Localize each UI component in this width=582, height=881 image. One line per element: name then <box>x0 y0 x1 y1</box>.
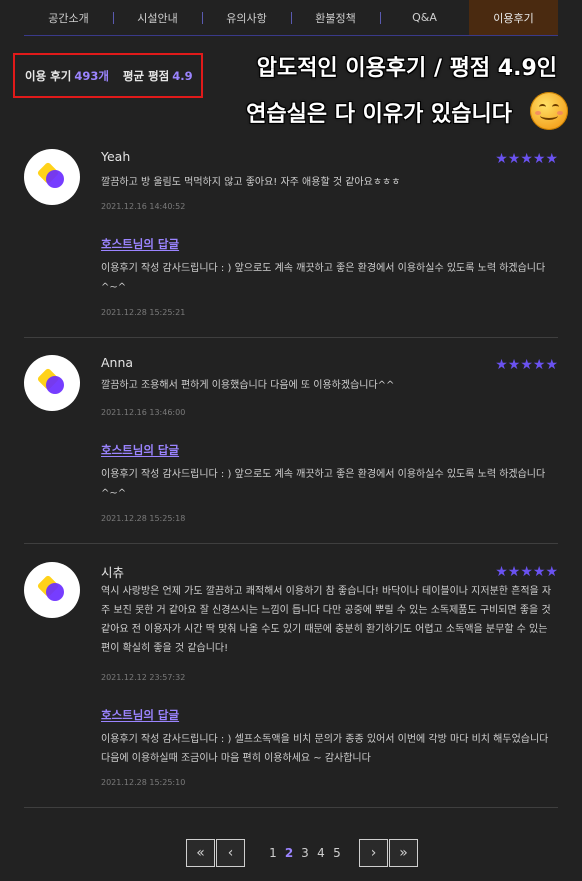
host-reply-date: 2021.12.28 15:25:10 <box>101 778 186 787</box>
tab-notice[interactable]: 유의사항 <box>202 0 291 35</box>
pagination: « ‹ 1 2 3 4 5 › » <box>186 839 418 867</box>
rating-value: 4.9 <box>172 68 193 83</box>
tab-qna[interactable]: Q&A <box>380 0 469 35</box>
host-reply-title: 호스트님의 답글 <box>101 237 180 251</box>
rating-label: 평균 평점 <box>122 68 170 83</box>
reviewer-name: 시츄 <box>101 565 125 580</box>
next-page-button[interactable]: › <box>359 839 388 867</box>
page-link-3[interactable]: 3 <box>297 846 313 860</box>
avatar <box>24 562 80 618</box>
host-reply-text: 이용후기 작성 감사드립니다 : ) 셀프소독액을 비치 문의가 종종 있어서 … <box>101 734 549 764</box>
tab-reviews[interactable]: 이용후기 <box>469 0 558 35</box>
review-item: Anna ★★★★★ 깔끔하고 조용해서 편하게 이용했습니다 다음에 또 이용… <box>24 355 558 535</box>
tab-refund-policy[interactable]: 환불정책 <box>291 0 380 35</box>
tab-facilities[interactable]: 시설안내 <box>113 0 202 35</box>
review-text: 깔끔하고 조용해서 편하게 이용했습니다 다음에 또 이용하겠습니다^^ <box>101 380 395 391</box>
host-reply-title: 호스트님의 답글 <box>101 708 180 722</box>
review-text: 역시 사랑방은 언제 가도 깔끔하고 쾌적해서 이용하기 참 좋습니다! 바닥이… <box>101 586 552 654</box>
star-rating: ★★★★★ <box>495 564 558 580</box>
host-reply-date: 2021.12.28 15:25:21 <box>101 308 186 317</box>
reviewer-name: Yeah <box>101 149 131 164</box>
review-date: 2021.12.16 13:46:00 <box>101 408 186 417</box>
review-count: 493개 <box>74 68 109 83</box>
smiling-face-icon <box>530 92 568 130</box>
star-rating: ★★★★★ <box>495 357 558 373</box>
last-page-button[interactable]: » <box>389 839 418 867</box>
avatar <box>24 149 80 205</box>
promo-line-1: 압도적인 이용후기 / 평점 4.9인 <box>256 56 557 81</box>
review-item: 시츄 ★★★★★ 역시 사랑방은 언제 가도 깔끔하고 쾌적해서 이용하기 참 … <box>24 562 558 797</box>
page-link-5[interactable]: 5 <box>329 846 345 860</box>
review-date: 2021.12.16 14:40:52 <box>101 202 186 211</box>
tab-bar: 공간소개 시설안내 유의사항 환불정책 Q&A 이용후기 <box>24 0 558 36</box>
review-date: 2021.12.12 23:57:32 <box>101 673 186 682</box>
host-reply-text: 이용후기 작성 감사드립니다 : ) 앞으로도 계속 깨끗하고 좋은 환경에서 … <box>101 263 546 293</box>
review-summary: 이용 후기 493개 평균 평점 4.9 <box>13 53 203 98</box>
divider <box>24 337 558 338</box>
page-link-2[interactable]: 2 <box>281 846 297 860</box>
page-link-4[interactable]: 4 <box>313 846 329 860</box>
prev-page-button[interactable]: ‹ <box>216 839 245 867</box>
reviewer-name: Anna <box>101 355 134 370</box>
review-item: Yeah ★★★★★ 깔끔하고 방 울림도 먹먹하지 않고 좋아요! 자주 애용… <box>24 149 558 329</box>
first-page-button[interactable]: « <box>186 839 215 867</box>
review-count-label: 이용 후기 <box>25 68 72 83</box>
host-reply-date: 2021.12.28 15:25:18 <box>101 514 186 523</box>
host-reply-title: 호스트님의 답글 <box>101 443 180 457</box>
divider <box>24 807 558 808</box>
divider <box>24 543 558 544</box>
avatar <box>24 355 80 411</box>
star-rating: ★★★★★ <box>495 151 558 167</box>
host-reply-text: 이용후기 작성 감사드립니다 : ) 앞으로도 계속 깨끗하고 좋은 환경에서 … <box>101 469 546 499</box>
tab-space-intro[interactable]: 공간소개 <box>24 0 113 35</box>
review-text: 깔끔하고 방 울림도 먹먹하지 않고 좋아요! 자주 애용할 것 같아요ㅎㅎㅎ <box>101 177 401 188</box>
page-numbers: 1 2 3 4 5 <box>265 846 345 860</box>
promo-line-2: 연습실은 다 이유가 있습니다 <box>246 102 512 127</box>
page-link-1[interactable]: 1 <box>265 846 281 860</box>
